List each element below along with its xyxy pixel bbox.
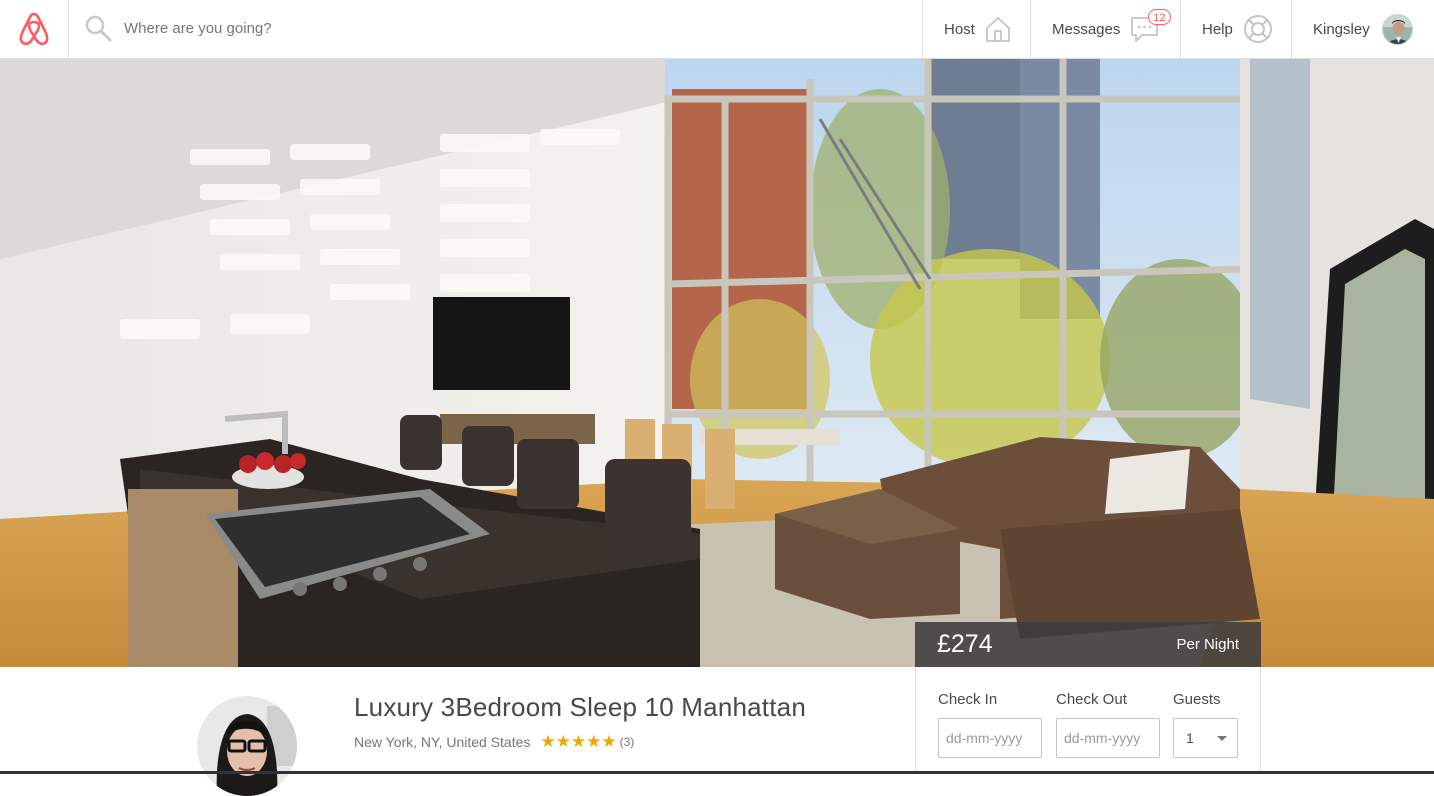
- lifebuoy-icon: [1243, 15, 1272, 43]
- checkin-input[interactable]: [938, 718, 1042, 758]
- listing-location: New York, NY, United States: [354, 734, 531, 750]
- price-unit: Per Night: [1176, 636, 1239, 653]
- house-icon: [985, 17, 1010, 42]
- host-avatar[interactable]: [197, 696, 297, 796]
- rating-stars[interactable]: ★★★★★: [540, 732, 616, 752]
- listing-hero-photo[interactable]: [0, 59, 1434, 667]
- search-input[interactable]: [122, 18, 726, 38]
- search-bar[interactable]: [84, 10, 784, 46]
- listing-location-row: New York, NY, United States ★★★★★ (3): [354, 732, 634, 752]
- search-icon: [85, 15, 112, 42]
- review-count[interactable]: (3): [620, 735, 635, 749]
- listing-title: Luxury 3Bedroom Sleep 10 Manhattan: [354, 692, 806, 722]
- guests-label: Guests: [1173, 691, 1221, 708]
- nav-host[interactable]: Host: [922, 0, 1030, 58]
- checkout-input[interactable]: [1056, 718, 1160, 758]
- checkin-label: Check In: [938, 691, 998, 708]
- nav-help[interactable]: Help: [1180, 0, 1291, 58]
- nav-messages-label: Messages: [1052, 20, 1121, 38]
- user-name: Kingsley: [1313, 20, 1370, 38]
- airbnb-logo-icon: [19, 12, 49, 46]
- nav-user-menu[interactable]: Kingsley: [1291, 0, 1434, 58]
- nav-host-label: Host: [944, 20, 975, 38]
- chevron-down-icon: [1217, 736, 1227, 741]
- price-bar: £274 Per Night: [915, 622, 1261, 667]
- messages-count-badge: 12: [1148, 9, 1171, 25]
- guests-select[interactable]: 1: [1173, 718, 1238, 758]
- top-header: Host Messages 12 Help Kingsley: [0, 0, 1434, 59]
- user-avatar: [1381, 13, 1413, 45]
- booking-panel: Check In Check Out Guests 1: [915, 667, 1261, 774]
- nav-help-label: Help: [1202, 20, 1233, 38]
- nightly-price: £274: [937, 630, 993, 658]
- guests-value: 1: [1186, 730, 1194, 746]
- checkout-label: Check Out: [1056, 691, 1127, 708]
- logo-link[interactable]: [0, 0, 69, 58]
